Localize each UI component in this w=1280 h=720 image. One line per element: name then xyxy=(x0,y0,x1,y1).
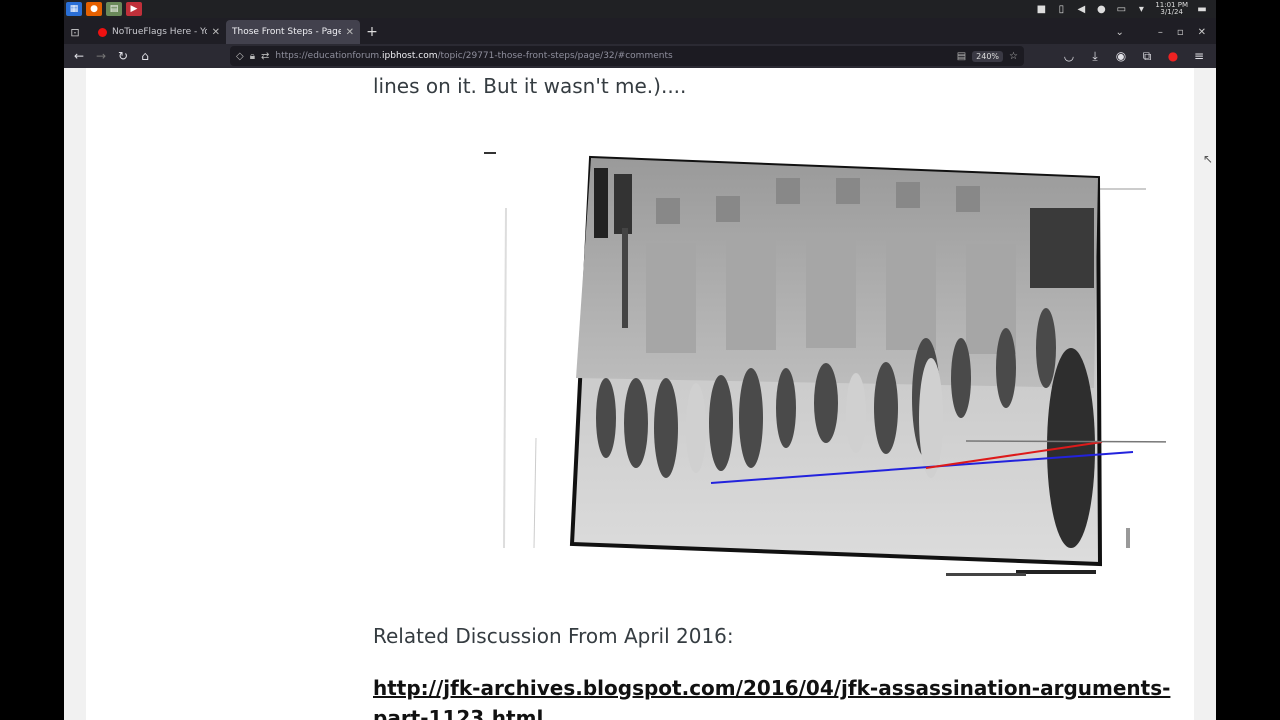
chevron-down-icon[interactable]: ▾ xyxy=(1135,4,1147,15)
screen: ▦ ● ▤ ▶ ■ ▯ ◀ ● ▭ ▾ 11:01 PM 3/1/24 ▬ ⊡ … xyxy=(0,0,1280,720)
close-window-icon[interactable]: ✕ xyxy=(1198,27,1206,38)
related-link-continued[interactable]: part-1123.html xyxy=(373,706,543,720)
ublock-icon[interactable]: ● xyxy=(1162,45,1184,67)
files-icon[interactable]: ▤ xyxy=(106,2,122,16)
forward-arrow-icon[interactable]: → xyxy=(90,45,112,67)
clipboard-icon[interactable]: ▯ xyxy=(1055,4,1067,15)
account-icon[interactable]: ◉ xyxy=(1110,45,1132,67)
youtube-icon xyxy=(98,27,107,37)
close-icon[interactable]: ✕ xyxy=(346,27,354,38)
zoom-level[interactable]: 240% xyxy=(972,50,1004,62)
url-path: /topic/29771-those-front-steps/page/32/#… xyxy=(437,51,673,61)
back-arrow-icon[interactable]: ← xyxy=(68,45,90,67)
extensions-icon[interactable]: ⧉ xyxy=(1136,45,1158,67)
list-tabs-icon[interactable]: ⌄ xyxy=(1115,27,1123,38)
post-content: lines on it. But it wasn't me.).... Rela… xyxy=(86,68,1216,720)
microphone-icon[interactable]: ● xyxy=(1095,4,1107,15)
home-icon[interactable]: ⌂ xyxy=(134,45,156,67)
maximize-icon[interactable]: ▫ xyxy=(1177,27,1184,38)
related-link[interactable]: http://jfk-archives.blogspot.com/2016/04… xyxy=(373,676,1170,700)
reader-view-icon[interactable]: ▤ xyxy=(957,51,966,62)
firefox-icon[interactable]: ● xyxy=(86,2,102,16)
recorder-icon[interactable]: ▶ xyxy=(126,2,142,16)
firefox-view-icon[interactable]: ⊡ xyxy=(64,20,86,44)
nav-toolbar: ← → ↻ ⌂ ◇ 🔒︎ ⇄ https://educationforum.ip… xyxy=(64,44,1216,68)
app-launcher-icon[interactable]: ▦ xyxy=(66,2,82,16)
close-icon[interactable]: ✕ xyxy=(212,27,220,38)
tab-title: NoTrueFlags Here - YouTube xyxy=(112,27,207,37)
clock[interactable]: 11:01 PM 3/1/24 xyxy=(1155,2,1188,16)
page-viewport: lines on it. But it wasn't me.).... Rela… xyxy=(64,68,1216,720)
os-taskbar: ▦ ● ▤ ▶ ■ ▯ ◀ ● ▭ ▾ 11:01 PM 3/1/24 ▬ xyxy=(64,0,1216,18)
bookmark-star-icon[interactable]: ☆ xyxy=(1009,51,1018,62)
url-bar[interactable]: ◇ 🔒︎ ⇄ https://educationforum.ipbhost.co… xyxy=(230,46,1024,66)
tab-strip: ⊡ NoTrueFlags Here - YouTube ✕ Those Fro… xyxy=(64,18,1216,44)
new-tab-button[interactable]: + xyxy=(360,20,384,44)
pocket-icon[interactable]: ◡ xyxy=(1058,45,1080,67)
tab-title: Those Front Steps - Page 32 - xyxy=(232,27,341,37)
shield-icon[interactable]: ◇ xyxy=(236,51,244,62)
toolbar-right: ◡ ⤓ ◉ ⧉ ● ≡ xyxy=(1058,45,1216,67)
tab-youtube[interactable]: NoTrueFlags Here - YouTube ✕ xyxy=(92,20,226,44)
notifications-icon[interactable]: ▬ xyxy=(1196,4,1208,15)
minimize-icon[interactable]: – xyxy=(1158,27,1163,38)
permissions-icon[interactable]: ⇄ xyxy=(261,51,269,62)
reload-icon[interactable]: ↻ xyxy=(112,45,134,67)
url-prefix: https://educationforum. xyxy=(275,51,383,61)
clock-date: 3/1/24 xyxy=(1160,8,1183,16)
camera-icon[interactable]: ■ xyxy=(1035,4,1047,15)
url-text[interactable]: https://educationforum.ipbhost.com/topic… xyxy=(275,51,950,61)
related-heading: Related Discussion From April 2016: xyxy=(373,624,734,648)
system-tray: ■ ▯ ◀ ● ▭ ▾ 11:01 PM 3/1/24 ▬ xyxy=(1035,2,1216,16)
mouse-cursor-icon: ↖ xyxy=(1203,152,1214,166)
post-image[interactable] xyxy=(426,148,1216,588)
tab-front-steps[interactable]: Those Front Steps - Page 32 - ✕ xyxy=(226,20,360,44)
display-icon[interactable]: ▭ xyxy=(1115,4,1127,15)
volume-icon[interactable]: ◀ xyxy=(1075,4,1087,15)
window-controls: ⌄ – ▫ ✕ xyxy=(1115,20,1216,44)
menu-icon[interactable]: ≡ xyxy=(1188,45,1210,67)
post-text-line: lines on it. But it wasn't me.).... xyxy=(373,74,687,98)
downloads-icon[interactable]: ⤓ xyxy=(1084,45,1106,67)
lock-icon[interactable]: 🔒︎ xyxy=(250,51,255,62)
url-host: ipbhost.com xyxy=(382,51,438,61)
